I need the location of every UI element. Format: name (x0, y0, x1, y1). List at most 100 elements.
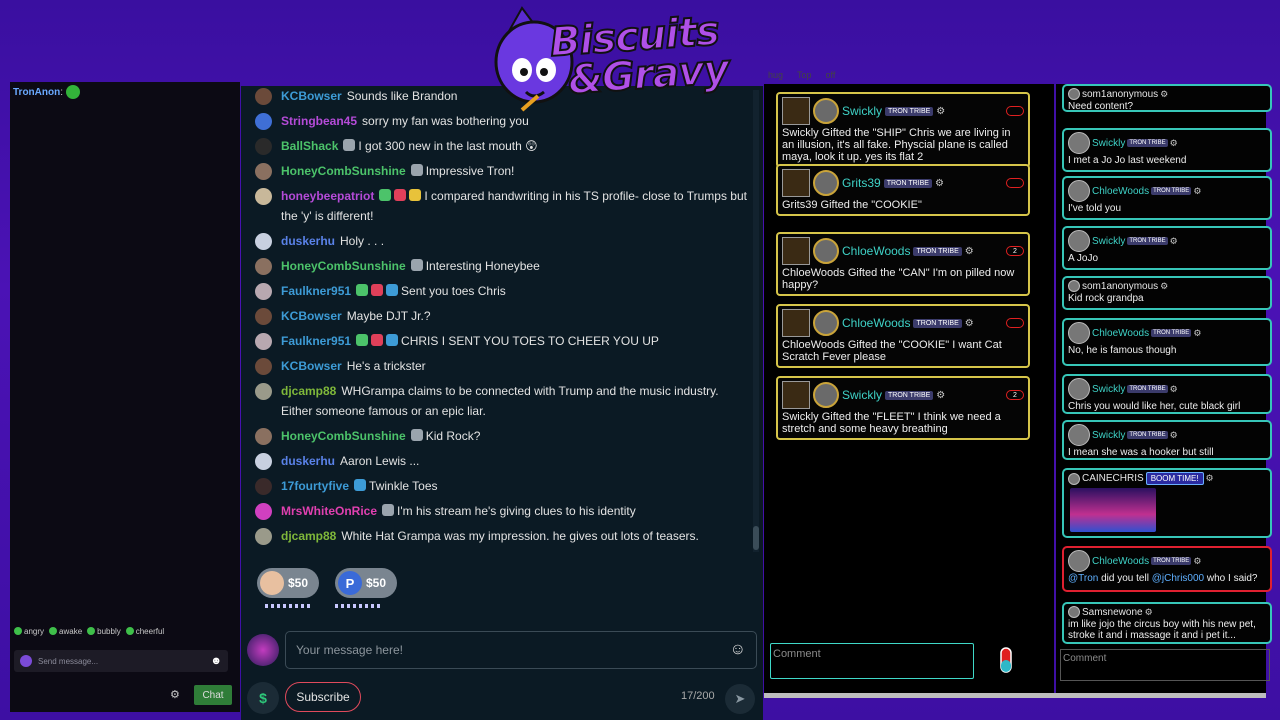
message-username[interactable]: HoneyCombSunshine (281, 259, 406, 273)
tip-button-1[interactable]: $50 (257, 568, 319, 598)
commenter-avatar[interactable] (1068, 132, 1090, 154)
commenter-name[interactable]: Samsnewone (1082, 607, 1143, 618)
message-username[interactable]: 17fourtyfive (281, 479, 349, 493)
user-avatar[interactable] (255, 88, 272, 105)
user-avatar[interactable] (255, 383, 272, 400)
gear-icon[interactable]: ⚙ (1160, 89, 1168, 100)
message-username[interactable]: KCBowser (281, 309, 342, 323)
chat-scrollbar-thumb[interactable] (753, 526, 759, 550)
emote-tab-bubbly[interactable]: bubbly (87, 624, 121, 638)
mention-link[interactable]: @Tron (1068, 573, 1098, 584)
gift-topbar-hug[interactable]: hug (768, 70, 783, 80)
gear-icon[interactable]: ⚙ (965, 246, 974, 257)
gear-icon[interactable]: ⚙ (1193, 186, 1201, 197)
send-arrow-icon[interactable]: ➤ (725, 684, 755, 714)
mention-link[interactable]: @jChris000 (1152, 573, 1204, 584)
my-avatar[interactable] (247, 634, 279, 666)
commenter-name[interactable]: som1anonymous (1082, 89, 1158, 100)
gear-icon[interactable]: ⚙ (1193, 556, 1201, 567)
message-username[interactable]: Stringbean45 (281, 114, 357, 128)
commenter-avatar[interactable] (1068, 378, 1090, 400)
user-avatar[interactable] (255, 163, 272, 180)
user-avatar[interactable] (255, 528, 272, 545)
gift-comment-input[interactable]: Comment (770, 643, 974, 679)
commenter-name[interactable]: Swickly (1092, 138, 1125, 149)
user-avatar[interactable] (255, 503, 272, 520)
commenter-name[interactable]: Swickly (1092, 384, 1125, 395)
commenter-avatar[interactable] (1068, 230, 1090, 252)
gear-icon[interactable]: ⚙ (1206, 473, 1214, 484)
gifter-name[interactable]: ChloeWoods (842, 244, 910, 258)
gifter-avatar[interactable] (813, 382, 839, 408)
commenter-avatar[interactable] (1068, 180, 1090, 202)
send-message-input[interactable]: Send message... ☻ (14, 650, 228, 672)
gear-icon[interactable]: ⚙ (936, 390, 945, 401)
commenter-avatar[interactable] (1068, 322, 1090, 344)
commenter-avatar[interactable] (1068, 472, 1080, 485)
gear-icon[interactable]: ⚙ (936, 106, 945, 117)
message-username[interactable]: KCBowser (281, 89, 342, 103)
gifter-avatar[interactable] (813, 238, 839, 264)
commenter-name[interactable]: Swickly (1092, 430, 1125, 441)
chat-scrollbar-track[interactable] (753, 90, 759, 552)
gifter-avatar[interactable] (813, 170, 839, 196)
user-avatar[interactable] (255, 333, 272, 350)
user-avatar[interactable] (255, 113, 272, 130)
message-username[interactable]: HoneyCombSunshine (281, 164, 406, 178)
commenter-name[interactable]: Swickly (1092, 236, 1125, 247)
emote-tab-angry[interactable]: angry (14, 624, 44, 638)
message-username[interactable]: MrsWhiteOnRice (281, 504, 377, 518)
message-username[interactable]: duskerhu (281, 454, 335, 468)
subscribe-button[interactable]: Subscribe (285, 682, 361, 712)
user-avatar[interactable] (255, 233, 272, 250)
commenter-name[interactable]: ChloeWoods (1092, 556, 1149, 567)
emoji-icon[interactable]: ☺ (730, 641, 746, 659)
gifter-name[interactable]: Swickly (842, 388, 882, 402)
commenter-avatar[interactable] (1068, 424, 1090, 446)
gifter-avatar[interactable] (813, 98, 839, 124)
gifter-name[interactable]: Swickly (842, 104, 882, 118)
gift-topbar-off[interactable]: off (826, 70, 836, 80)
gear-icon[interactable]: ⚙ (935, 178, 944, 189)
commenter-avatar[interactable] (1068, 280, 1080, 292)
settings-gear-icon[interactable]: ⚙ (170, 688, 180, 701)
message-input[interactable]: Your message here! ☺ (285, 631, 757, 669)
tip-dollar-button[interactable]: $ (247, 682, 279, 714)
message-username[interactable]: HoneyCombSunshine (281, 429, 406, 443)
comment-input[interactable]: Comment (1060, 649, 1270, 681)
message-username[interactable]: Faulkner951 (281, 284, 351, 298)
commenter-avatar[interactable] (1068, 550, 1090, 572)
user-avatar[interactable] (255, 258, 272, 275)
pill-icon[interactable] (998, 646, 1014, 674)
left-username[interactable]: TronAnon (13, 87, 60, 98)
gear-icon[interactable]: ⚙ (1170, 384, 1178, 395)
commenter-name[interactable]: CAINECHRIS (1082, 473, 1144, 484)
tip-button-2[interactable]: P $50 (335, 568, 397, 598)
chat-button[interactable]: Chat (194, 685, 232, 705)
user-avatar[interactable] (255, 478, 272, 495)
commenter-avatar[interactable] (1068, 88, 1080, 100)
emote-tab-cheerful[interactable]: cheerful (125, 624, 164, 638)
user-avatar[interactable] (255, 188, 272, 205)
emote-tab-awake[interactable]: awake (49, 624, 82, 638)
message-username[interactable]: KCBowser (281, 359, 342, 373)
user-avatar[interactable] (255, 453, 272, 470)
user-avatar[interactable] (255, 283, 272, 300)
gear-icon[interactable]: ⚙ (965, 318, 974, 329)
smiley-icon[interactable]: ☻ (210, 655, 222, 667)
user-avatar[interactable] (255, 138, 272, 155)
gift-topbar-top[interactable]: Top (797, 70, 812, 80)
message-username[interactable]: djcamp88 (281, 529, 336, 543)
gear-icon[interactable]: ⚙ (1145, 607, 1153, 618)
user-avatar[interactable] (255, 428, 272, 445)
message-username[interactable]: Faulkner951 (281, 334, 351, 348)
commenter-name[interactable]: ChloeWoods (1092, 186, 1149, 197)
gear-icon[interactable]: ⚙ (1170, 430, 1178, 441)
gear-icon[interactable]: ⚙ (1160, 281, 1168, 292)
commenter-avatar[interactable] (1068, 606, 1080, 618)
commenter-name[interactable]: ChloeWoods (1092, 328, 1149, 339)
gear-icon[interactable]: ⚙ (1170, 236, 1178, 247)
user-avatar[interactable] (255, 308, 272, 325)
message-username[interactable]: duskerhu (281, 234, 335, 248)
gear-icon[interactable]: ⚙ (1170, 138, 1178, 149)
